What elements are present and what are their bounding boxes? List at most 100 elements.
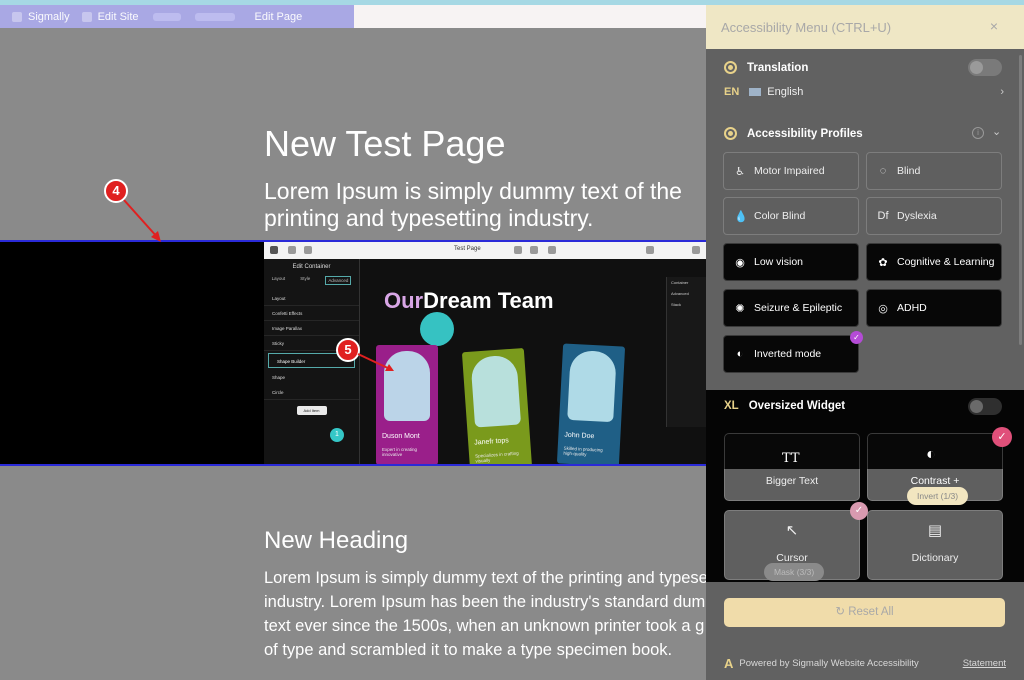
page-subtitle-line: printing and typesetting industry. — [264, 205, 594, 231]
panel-scrollbar[interactable] — [1019, 55, 1022, 345]
tablet-icon — [530, 246, 538, 254]
admin-bar: Sigmally Edit Site Edit Page — [0, 5, 354, 28]
profile-label: Low vision — [754, 256, 804, 268]
page-title: New Test Page — [264, 123, 506, 164]
panel-header: Accessibility Menu (CTRL+U) × — [706, 5, 1024, 49]
profile-inverted-mode[interactable]: ◐ Inverted mode — [723, 335, 859, 373]
layers-icon — [304, 246, 312, 254]
oversized-widget-toggle[interactable] — [968, 398, 1002, 415]
chevron-down-icon[interactable]: ⌄ — [992, 125, 1001, 138]
editor-row: Circle — [264, 385, 359, 400]
section-heading: New Heading — [264, 527, 409, 554]
admin-bar-faded-item[interactable] — [194, 12, 235, 21]
translation-label: Translation — [747, 61, 809, 74]
profiles-row: Accessibility Profiles — [724, 127, 863, 140]
profile-low-vision[interactable]: ◉ Low vision — [723, 243, 859, 281]
arrow-to-shape-builder-icon — [357, 353, 394, 371]
cursor-icon: ↖ — [785, 522, 799, 539]
navigator-row: Stack — [671, 302, 682, 307]
profile-adhd[interactable]: ◎ ADHD — [866, 289, 1002, 327]
editor-row: Image Parallax — [264, 321, 359, 336]
desktop-icon — [514, 246, 522, 254]
team-title-rest: Dream Team — [423, 288, 554, 313]
profile-dyslexia[interactable]: Df Dyslexia — [866, 197, 1002, 235]
reset-icon: ↻ — [835, 606, 846, 618]
team-card: John Doe Skilled in producing high-quali… — [556, 343, 626, 464]
step-marker-1: 1 — [330, 428, 344, 442]
editor-add-item-button: Add Item — [296, 406, 327, 415]
language-select[interactable]: EN English › — [724, 86, 1004, 98]
paragraph-line: industry. Lorem Ipsum has been the indus… — [264, 593, 706, 611]
language-name: English — [767, 86, 804, 98]
seizure-icon: ✺ — [735, 302, 745, 315]
admin-bar-edit-page[interactable]: Edit Page — [255, 11, 303, 23]
profile-seizure-epileptic[interactable]: ✺ Seizure & Epileptic — [723, 289, 859, 327]
admin-bar-edit-site[interactable]: Edit Site — [81, 10, 139, 23]
droplet-icon: 💧 — [734, 210, 748, 223]
editor-sidebar-tabs: Layout Style Advanced — [264, 276, 359, 285]
editor-tab: Style — [300, 276, 311, 281]
contrast-mode-tag: Invert (1/3) — [907, 487, 969, 505]
editor-row: Shape — [272, 375, 286, 380]
editor-tab-active: Advanced — [325, 276, 352, 285]
profile-label: Color Blind — [754, 210, 806, 222]
team-card-desc: Specializes in crafting visually — [474, 450, 519, 464]
statement-link[interactable]: Statement — [963, 658, 1006, 669]
info-icon[interactable]: i — [972, 127, 984, 139]
team-card-desc: Expert in creating innovative — [382, 447, 418, 457]
translation-icon — [724, 61, 737, 74]
editor-toolbar: Test Page — [264, 242, 706, 259]
edit-icon — [646, 246, 654, 254]
eye-icon — [692, 246, 700, 254]
profile-label: Inverted mode — [754, 348, 822, 360]
text-size-icon: TT — [782, 451, 800, 466]
navigator-row: Advanced — [671, 291, 689, 296]
motor-impaired-icon: ♿ — [735, 165, 745, 178]
admin-bar-site[interactable]: Sigmally — [12, 11, 70, 23]
widget-bigger-text-lower[interactable]: Bigger Text — [724, 469, 860, 501]
team-card-name: Janefr tops — [474, 437, 510, 447]
team-card: Janefr tops Specializes in crafting visu… — [461, 347, 533, 464]
profiles-label: Accessibility Profiles — [747, 127, 863, 140]
profile-cognitive-learning[interactable]: ✿ Cognitive & Learning — [866, 243, 1002, 281]
add-icon — [288, 246, 296, 254]
profile-label: Dyslexia — [897, 210, 937, 222]
brush-icon — [81, 11, 92, 22]
check-icon: ✓ — [992, 427, 1012, 447]
translation-row: Translation — [724, 61, 808, 74]
embedded-editor-screenshot: Test Page Edit Container Layout Style Ad… — [264, 242, 706, 464]
profile-blind[interactable]: ◌ Blind — [866, 152, 1002, 190]
contrast-mode-name: Invert — [917, 491, 939, 501]
close-icon[interactable]: × — [990, 18, 998, 34]
admin-bar-right — [354, 5, 706, 28]
decorative-blob — [420, 312, 454, 346]
editor-page-name: Test Page — [454, 246, 481, 252]
team-card-desc: Skilled in producing high-quality — [563, 445, 603, 457]
translation-toggle[interactable] — [968, 59, 1002, 76]
reset-label: Reset All — [848, 606, 894, 618]
dictionary-icon: ▤ — [927, 522, 943, 539]
target-icon: ◎ — [878, 302, 888, 315]
admin-bar-faded-item[interactable] — [152, 12, 181, 21]
flag-icon — [749, 88, 762, 96]
paragraph-line: of type and scrambled it to make a type … — [264, 641, 673, 659]
accessibility-panel: Accessibility Menu (CTRL+U) × Translatio… — [706, 5, 1024, 680]
team-title-our: Our — [384, 288, 424, 313]
eye-off-icon: ◌ — [879, 165, 887, 177]
profile-label: Motor Impaired — [754, 165, 825, 177]
editor-navigator: Container Advanced Stack — [666, 277, 706, 427]
profile-motor-impaired[interactable]: ♿ Motor Impaired — [723, 152, 859, 190]
team-title: OurDream Team — [384, 288, 554, 314]
widget-dictionary[interactable]: ▤ Dictionary — [867, 510, 1003, 580]
reset-all-button[interactable]: ↻ Reset All — [724, 598, 1005, 627]
profile-color-blind[interactable]: 💧 Color Blind — [723, 197, 859, 235]
editor-row: Layout — [264, 291, 359, 306]
team-photo — [567, 349, 617, 423]
chevron-right-icon: › — [1000, 86, 1004, 98]
admin-bar-edit-site-label: Edit Site — [97, 10, 139, 23]
check-icon: ✓ — [850, 502, 868, 520]
editor-tab: Layout — [271, 276, 286, 281]
editor-row: Confetti Effects — [264, 306, 359, 321]
widget-label: Dictionary — [911, 552, 959, 564]
editor-sidebar-title: Edit Container — [292, 264, 331, 270]
